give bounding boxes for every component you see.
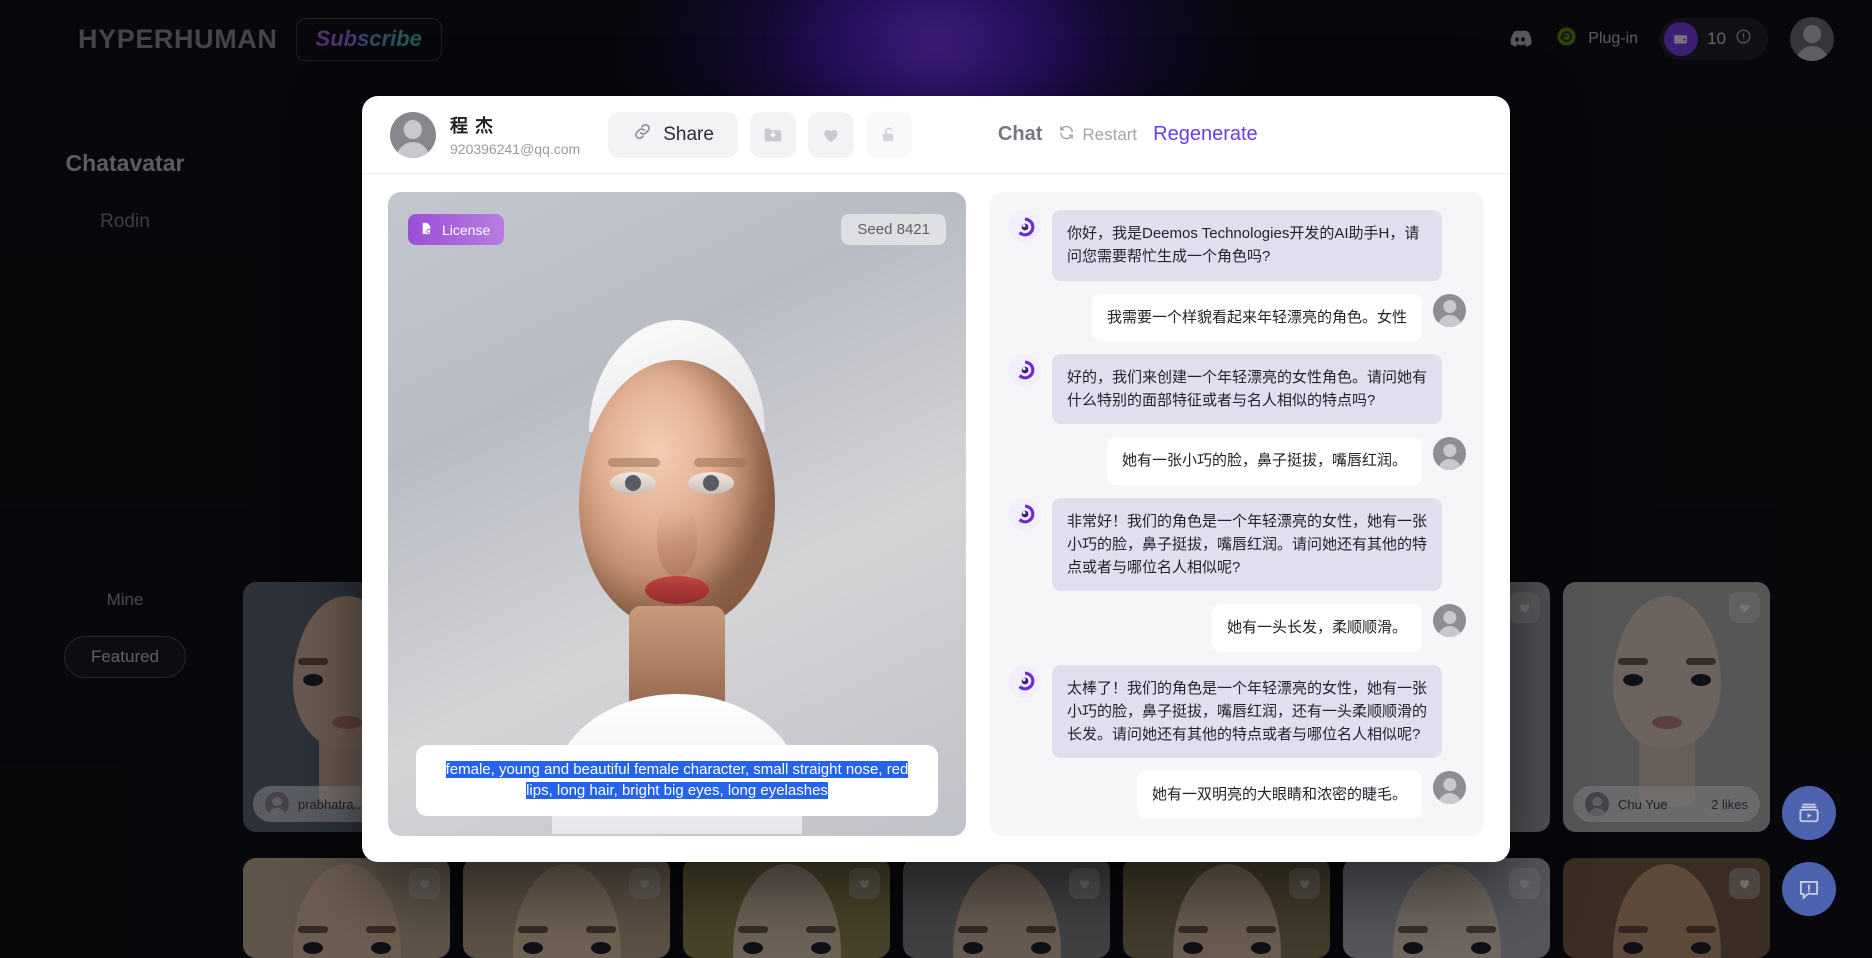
user-message: 我需要一个样貌看起来年轻漂亮的角色。女性 [1008,294,1466,341]
assistant-avatar-icon [1008,210,1041,243]
license-label: License [442,222,490,238]
avatar-head [1443,444,1456,457]
unlock-icon [878,124,899,145]
avatar-body [1437,626,1461,637]
folder-download-icon [762,124,784,146]
restart-button[interactable]: Restart [1058,124,1137,146]
user-message: 她有一张小巧的脸，鼻子挺拔，嘴唇红润。 [1008,437,1466,484]
favorite-button[interactable] [808,112,854,158]
message-text: 她有一双明亮的大眼睛和浓密的睫毛。 [1137,771,1422,818]
eye-right [688,472,734,494]
floating-action-buttons [1782,786,1836,916]
message-text: 好的，我们来创建一个年轻漂亮的女性角色。请问她有什么特别的面部特征或者与名人相似… [1052,354,1442,425]
modal-header: 程 杰 920396241@qq.com Share [362,96,1510,174]
share-button[interactable]: Share [608,112,738,158]
user-message-avatar [1433,604,1466,637]
brow-right [694,458,746,467]
unlock-button[interactable] [866,112,912,158]
modal-user-info: 程 杰 920396241@qq.com [450,112,580,157]
modal-body: License Seed 8421 female, young an [362,174,1510,862]
chat-header: Chat Restart Regenerate [998,123,1258,146]
regenerate-button[interactable]: Regenerate [1153,123,1258,146]
lips [645,576,709,604]
chat-message-list[interactable]: 你好，我是Deemos Technologies开发的AI助手H，请问您需要帮忙… [990,192,1484,836]
pupil-right [703,475,719,491]
user-message-avatar [1433,294,1466,327]
message-text: 我需要一个样貌看起来年轻漂亮的角色。女性 [1092,294,1422,341]
message-text: 她有一头长发，柔顺顺滑。 [1212,604,1422,651]
assistant-avatar-icon [1008,665,1041,698]
heart-icon [820,124,842,146]
share-label: Share [663,124,714,146]
avatar-body [1437,315,1461,326]
prompt-box[interactable]: female, young and beautiful female chara… [416,745,938,817]
asset-detail-modal: 程 杰 920396241@qq.com Share [362,96,1510,862]
user-message-avatar [1433,771,1466,804]
refresh-icon [1058,124,1075,146]
avatar-head [1443,611,1456,624]
message-text: 太棒了！我们的角色是一个年轻漂亮的女性，她有一张小巧的脸，鼻子挺拔，嘴唇红润，还… [1052,665,1442,759]
user-message: 她有一双明亮的大眼睛和浓密的睫毛。 [1008,771,1466,818]
restart-label: Restart [1082,125,1137,145]
assistant-message: 太棒了！我们的角色是一个年轻漂亮的女性，她有一张小巧的脸，鼻子挺拔，嘴唇红润，还… [1008,665,1466,759]
conversation-end-label: End of the conversation [1008,832,1466,837]
avatar-body [1437,793,1461,804]
avatar-head [1443,778,1456,791]
avatar-body [396,142,430,158]
feedback-button[interactable] [1782,862,1836,916]
user-message-avatar [1433,437,1466,470]
tutorial-video-button[interactable] [1782,786,1836,840]
license-badge[interactable]: License [408,214,504,245]
modal-action-buttons: Share [608,112,912,158]
assistant-message: 你好，我是Deemos Technologies开发的AI助手H，请问您需要帮忙… [1008,210,1466,281]
prompt-text: female, young and beautiful female chara… [434,759,920,803]
license-document-icon [419,221,434,239]
download-button[interactable] [750,112,796,158]
user-message: 她有一头长发，柔顺顺滑。 [1008,604,1466,651]
chat-tab[interactable]: Chat [998,123,1042,146]
app-root: HYPERHUMAN Subscribe Plug-in [0,0,1872,958]
modal-user-avatar [390,112,436,158]
avatar-body [1437,459,1461,470]
assistant-message: 好的，我们来创建一个年轻漂亮的女性角色。请问她有什么特别的面部特征或者与名人相似… [1008,354,1466,425]
message-text: 非常好！我们的角色是一个年轻漂亮的女性，她有一张小巧的脸，鼻子挺拔，嘴唇红润。请… [1052,498,1442,592]
pupil-left [625,475,641,491]
assistant-message: 非常好！我们的角色是一个年轻漂亮的女性，她有一张小巧的脸，鼻子挺拔，嘴唇红润。请… [1008,498,1466,592]
link-icon [632,121,653,148]
avatar-3d-render [512,320,842,780]
avatar-head [1443,300,1456,313]
brow-left [608,458,660,467]
modal-user-name: 程 杰 [450,112,580,138]
eye-left [610,472,656,494]
seed-chip: Seed 8421 [841,214,946,245]
assistant-avatar-icon [1008,354,1041,387]
modal-user-email: 920396241@qq.com [450,141,580,157]
message-text: 她有一张小巧的脸，鼻子挺拔，嘴唇红润。 [1107,437,1422,484]
avatar-head [404,120,422,138]
assistant-avatar-icon [1008,498,1041,531]
nose [657,506,697,576]
model-viewport[interactable]: License Seed 8421 female, young an [388,192,966,836]
message-text: 你好，我是Deemos Technologies开发的AI助手H，请问您需要帮忙… [1052,210,1442,281]
